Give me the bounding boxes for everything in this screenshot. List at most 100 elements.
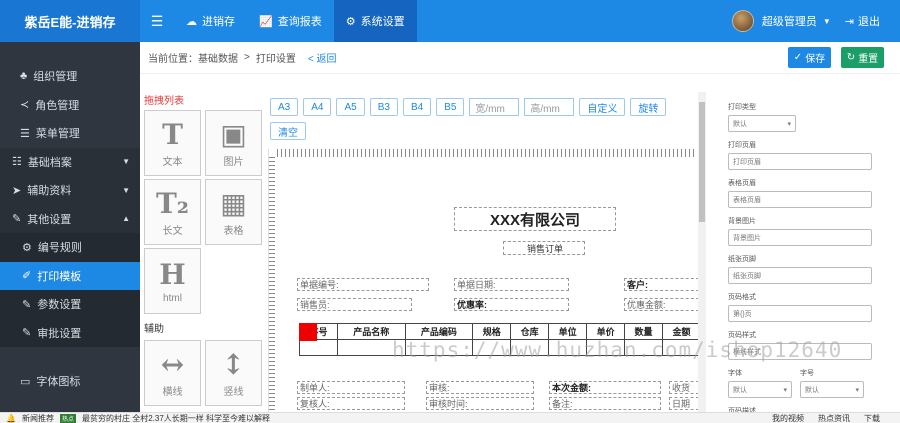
breadcrumb-level1[interactable]: 基础数据 [198,50,238,65]
user-name[interactable]: 超级管理员 [762,13,817,29]
save-button[interactable]: ✓ 保存 [788,47,831,68]
table-drag-handle[interactable] [299,323,317,341]
size-b4-button[interactable]: B4 [402,98,432,116]
reset-button[interactable]: ↻ 重置 [841,47,884,68]
prop-label: 表格页眉 [728,180,756,187]
company-name-field[interactable]: XXX有限公司 [454,207,616,231]
sidebar-item-label: 审批设置 [37,327,82,340]
review-time-field[interactable]: 审核时间: [426,397,534,410]
sidebar-item-basic[interactable]: ☷ 基础档案 ▼ [0,147,140,176]
topnav-item-settings[interactable]: ⚙ 系统设置 [333,0,417,42]
product-table[interactable]: 序号 产品名称 产品编码 规格 仓库 单位 单价 数量 金额 [299,323,701,356]
total-field[interactable]: 本次金额: [549,381,661,394]
size-a4-button[interactable]: A4 [303,98,332,116]
taskbar-headline[interactable]: 最贫穷的村庄 全村2.37人长期一样 科学至今难以解释 [82,413,270,423]
sidebar-item-roles[interactable]: ≺ 角色管理 [0,91,140,120]
palette-tile-html[interactable]: H html [144,248,201,314]
doc-title-field[interactable]: 销售订单 [503,241,585,255]
sidebar-item-aux[interactable]: ➤ 辅助资料 ▼ [0,176,140,205]
sidebar-item-label: 基础档案 [27,156,72,169]
ruler-top [277,149,697,157]
size-b5-button[interactable]: B5 [436,98,465,116]
topnav-label: 系统设置 [360,16,405,28]
receiver-field[interactable]: 收货 [669,381,699,394]
auditor-field[interactable]: 审核: [426,381,534,394]
size-a5-button[interactable]: A5 [336,98,365,116]
taskbar-link[interactable]: 热点资讯 [818,413,850,423]
order-date-field[interactable]: 单据日期: [454,278,569,291]
app-title[interactable]: 紫岳E能-进销存 [0,0,140,42]
list-icon: ☷ [12,156,22,169]
size-b3-button[interactable]: B3 [369,98,398,116]
scrollbar-thumb[interactable] [699,102,705,222]
table-header-cell: 单价 [586,323,626,340]
sidebar-item-icons[interactable]: ▭ 字体图标 [0,367,140,396]
size-select[interactable]: 默认 ▾ [800,381,864,398]
chevron-down-icon: ▾ [787,120,791,128]
logout-button[interactable]: ⇥ 退出 [845,13,880,29]
vertical-arrow-icon: ↕ [221,347,246,381]
discount-amount-field[interactable]: 优惠金额: [624,298,699,311]
palette-tile-text[interactable]: T 文本 [144,110,201,176]
edit-icon: ✎ [12,213,22,226]
discount-field[interactable]: 优惠率: [454,298,569,311]
reviewer-field[interactable]: 复核人: [297,397,405,410]
sidebar-item-label: 组织管理 [33,71,78,84]
topnav-item-reports[interactable]: 📈 查询报表 [247,0,334,42]
footer-input[interactable]: 纸张页脚 [728,267,872,284]
print-header-input[interactable]: 打印页眉 [728,153,872,170]
sidebar-item-approval[interactable]: ✎ 审批设置 [0,318,140,347]
palette-tile-longtext[interactable]: T₂ 长文 [144,179,201,245]
width-input[interactable]: 宽/mm [469,98,520,116]
table-header-cell: 规格 [472,323,512,340]
sidebar-item-org[interactable]: ♣ 组织管理 [0,62,140,91]
sidebar-item-numbering[interactable]: ⚙ 编号规则 [0,233,140,262]
maker-field[interactable]: 制单人: [297,381,405,394]
sidebar-item-other[interactable]: ✎ 其他设置 ▲ [0,204,140,233]
print-type-select[interactable]: 默认 ▾ [728,115,796,132]
height-input[interactable]: 高/mm [524,98,575,116]
palette-tile-table[interactable]: ▦ 表格 [205,179,262,245]
size-a3-button[interactable]: A3 [270,98,299,116]
reset-label: 重置 [858,54,879,65]
topnav-item-inventory[interactable]: ☁ 进销存 [174,0,247,42]
salesperson-field[interactable]: 销售员: [297,298,412,311]
sidebar-item-print-template[interactable]: ✐ 打印模板 [0,261,140,290]
canvas-scrollbar[interactable] [698,92,706,412]
bell-icon: 🔔 [6,413,16,423]
palette-tile-label: 横线 [162,386,183,398]
menu-toggle-icon[interactable]: ☰ [140,13,174,30]
customer-field[interactable]: 客户: [624,278,699,291]
chevron-down-icon[interactable]: ▼ [823,17,831,26]
back-link[interactable]: < 返回 [308,50,337,65]
gear-icon: ⚙ [345,15,356,28]
font-select[interactable]: 默认 ▾ [728,381,792,398]
palette-grid: T 文本 ▣ 图片 T₂ 长文 ▦ 表格 H html [144,110,268,314]
custom-size-button[interactable]: 自定义 [579,98,626,116]
palette-tile-image[interactable]: ▣ 图片 [205,110,262,176]
palette-tile-vline[interactable]: ↕ 竖线 [205,340,262,406]
remark-field[interactable]: 备注: [549,397,661,410]
table-header-input[interactable]: 表格页眉 [728,191,872,208]
date-field[interactable]: 日期 [669,397,699,410]
palette-tile-hline[interactable]: ↔ 横线 [144,340,201,406]
font-icon: ▭ [20,375,31,388]
prop-label: 字体 [728,370,742,377]
order-no-field[interactable]: 单据编号: [297,278,429,291]
design-canvas[interactable]: XXX有限公司 销售订单 单据编号: 单据日期: 客户: 销售员: 优惠率: 优… [268,149,701,412]
page-format-input[interactable]: 第{}页 [728,305,872,322]
taskbar-news[interactable]: 新闻推荐 [22,413,54,423]
page-style-input[interactable]: 横线样式 [728,343,872,360]
taskbar-link[interactable]: 下载 [864,413,880,423]
clear-button[interactable]: 清空 [270,122,306,140]
breadcrumb-sep: > [244,52,250,63]
table-cell [548,339,588,356]
background-input[interactable]: 背景图片 [728,229,872,246]
sidebar-item-menus[interactable]: ☰ 菜单管理 [0,119,140,148]
avatar[interactable] [731,10,754,32]
prop-label: 打印类型 [728,104,756,111]
taskbar-link[interactable]: 我的视频 [772,413,804,423]
sidebar-item-params[interactable]: ✎ 参数设置 [0,290,140,319]
rotate-button[interactable]: 旋转 [630,98,667,116]
